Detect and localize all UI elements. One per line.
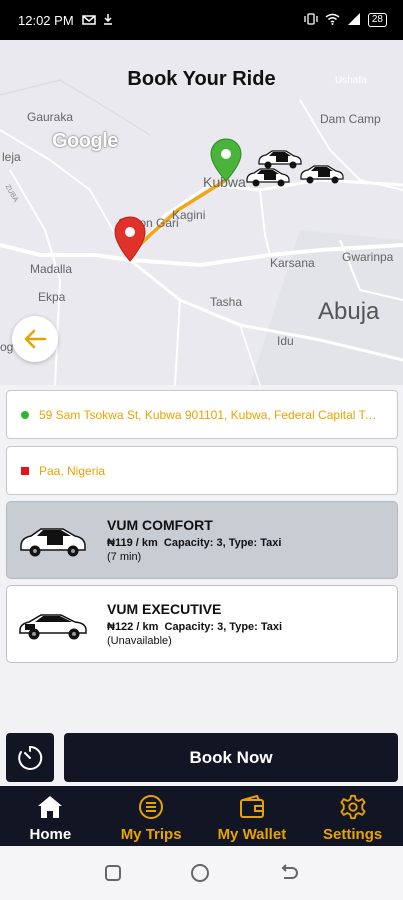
tab-label: Settings (323, 826, 383, 843)
pickup-address-field[interactable]: 59 Sam Tsokwa St, Kubwa 901101, Kubwa, F… (6, 390, 398, 439)
nearby-car-icon (298, 163, 346, 190)
tab-home[interactable]: Home (0, 786, 101, 846)
status-time: 12:02 PM (18, 12, 74, 28)
nearby-car-icon (244, 166, 292, 193)
system-nav-bar (0, 846, 403, 900)
wifi-icon (325, 13, 340, 28)
wallet-icon (239, 794, 264, 818)
google-logo: Google (52, 130, 118, 152)
tab-my-trips[interactable]: My Trips (101, 786, 202, 846)
back-button[interactable] (12, 316, 58, 362)
car-icon (20, 528, 86, 557)
back-nav-icon[interactable] (279, 864, 299, 882)
ride-option-comfort[interactable]: VUM COMFORT ₦119 / km Capacity: 3, Type:… (6, 501, 398, 579)
car-icon (19, 614, 87, 640)
pickup-address-text: 59 Sam Tsokwa St, Kubwa 901101, Kubwa, F… (39, 407, 383, 422)
tab-label: My Trips (120, 826, 182, 843)
map-label: Madalla (30, 262, 73, 276)
download-notification-icon (103, 13, 112, 28)
tab-my-wallet[interactable]: My Wallet (202, 786, 303, 846)
map-label: Gwarinpa (342, 250, 394, 264)
map-label: Ushafa (335, 75, 367, 86)
map-label: Tasha (210, 295, 243, 309)
ride-price: ₦119 / km (107, 537, 158, 549)
ride-name: VUM COMFORT (107, 517, 213, 533)
map-label: Idu (277, 334, 294, 348)
ride-details: Capacity: 3, Type: Taxi (164, 621, 283, 633)
map-label: Gauraka (27, 110, 74, 124)
gear-icon (340, 794, 366, 820)
battery-icon: 28 (367, 13, 387, 27)
status-bar: 12:02 PM 28 (0, 0, 403, 40)
schedule-button[interactable] (6, 733, 54, 782)
ride-details: Capacity: 3, Type: Taxi (163, 537, 282, 549)
tab-label: My Wallet (217, 826, 287, 843)
ride-availability: (Unavailable) (107, 635, 172, 647)
book-now-button[interactable]: Book Now (64, 733, 398, 782)
map-label: Abuja (318, 298, 380, 325)
ride-price: ₦122 / km (107, 621, 159, 633)
bottom-tab-bar: Home My Trips My Wallet Settings (0, 786, 403, 846)
list-icon (139, 795, 164, 819)
map-label: leja (2, 150, 21, 164)
signal-icon (347, 12, 361, 28)
dropoff-pin-icon (114, 216, 146, 267)
tab-settings[interactable]: Settings (302, 786, 403, 846)
pickup-dot-icon (21, 410, 29, 419)
timer-icon (18, 745, 43, 770)
tab-label: Home (29, 826, 72, 843)
map-label: Dam Camp (320, 112, 381, 126)
ride-name: VUM EXECUTIVE (107, 601, 222, 617)
home-circle-icon[interactable] (190, 863, 210, 883)
recents-icon[interactable] (104, 864, 122, 882)
dropoff-square-icon (21, 466, 29, 475)
dropoff-address-text: Paa, Nigeria (39, 463, 106, 478)
map-view[interactable]: Book Your Ride Gauraka Dam Camp Ushafa l… (0, 40, 403, 385)
dropoff-address-field[interactable]: Paa, Nigeria (6, 446, 398, 495)
arrow-left-icon (24, 329, 47, 349)
mail-notification-icon (81, 13, 96, 28)
map-label: Karsana (270, 256, 315, 270)
home-icon (38, 796, 63, 818)
ride-availability: (7 min) (107, 551, 142, 563)
vibrate-icon (304, 12, 318, 28)
pickup-pin-icon (210, 138, 242, 187)
ride-option-executive[interactable]: VUM EXECUTIVE ₦122 / km Capacity: 3, Typ… (6, 585, 398, 663)
map-label: Ekpa (38, 290, 66, 304)
